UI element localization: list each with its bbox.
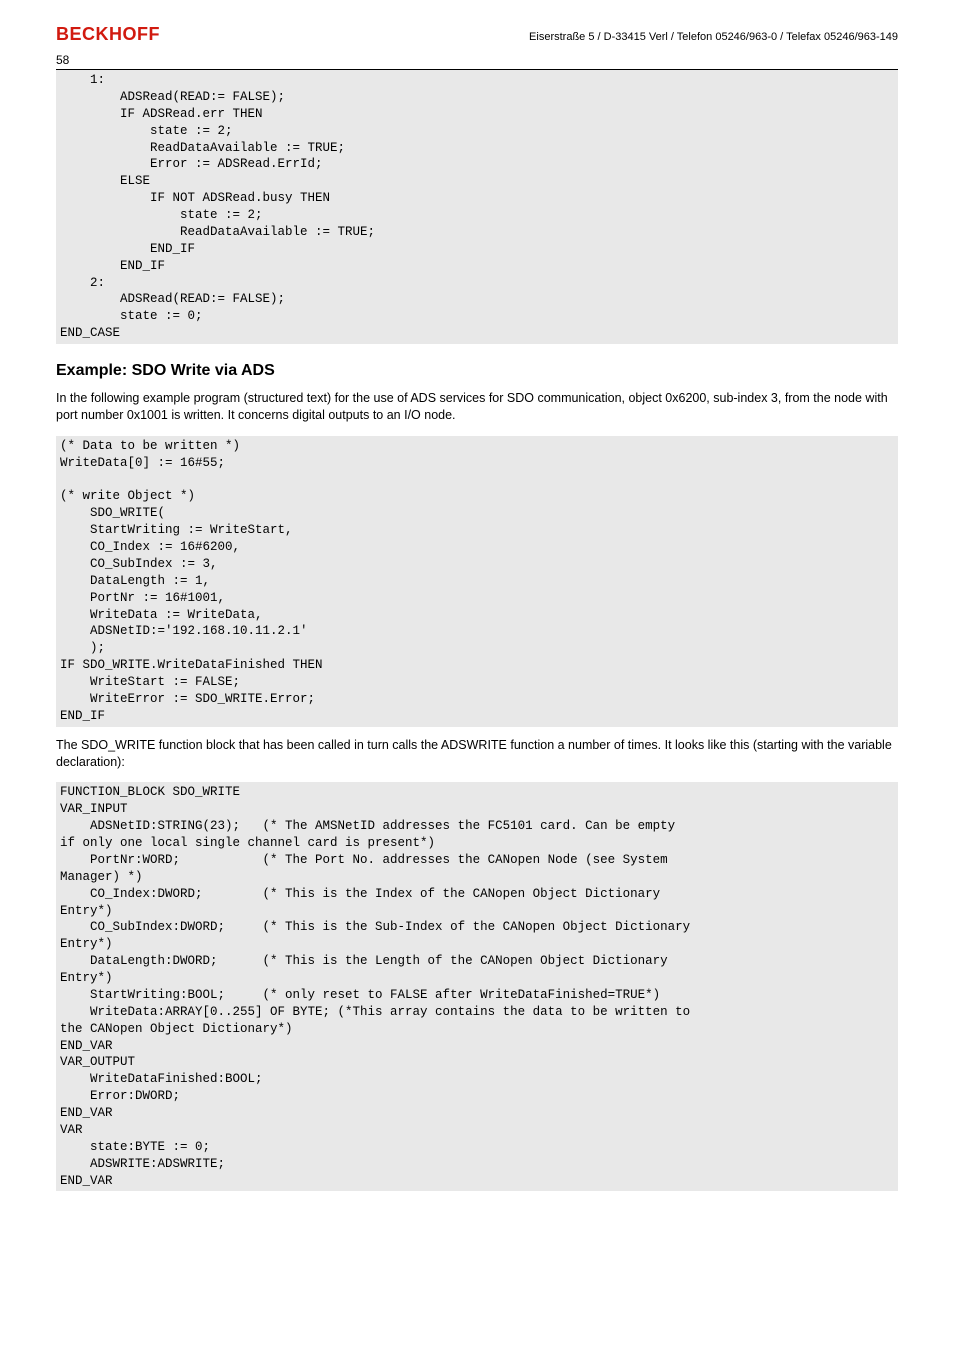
page-number: 58 [56, 53, 898, 67]
page-container: BECKHOFF Eiserstraße 5 / D-33415 Verl / … [0, 0, 954, 1231]
paragraph-intro: In the following example program (struct… [56, 390, 898, 424]
code-block-2: (* Data to be written *) WriteData[0] :=… [56, 436, 898, 727]
header-contact: Eiserstraße 5 / D-33415 Verl / Telefon 0… [529, 31, 898, 43]
section-heading-sdo-write: Example: SDO Write via ADS [56, 362, 898, 380]
paragraph-funcblock: The SDO_WRITE function block that has be… [56, 737, 898, 771]
code-block-1: 1: ADSRead(READ:= FALSE); IF ADSRead.err… [56, 70, 898, 344]
code-block-3: FUNCTION_BLOCK SDO_WRITE VAR_INPUT ADSNe… [56, 782, 898, 1191]
brand-logo: BECKHOFF [56, 24, 160, 45]
page-header: BECKHOFF Eiserstraße 5 / D-33415 Verl / … [56, 24, 898, 45]
